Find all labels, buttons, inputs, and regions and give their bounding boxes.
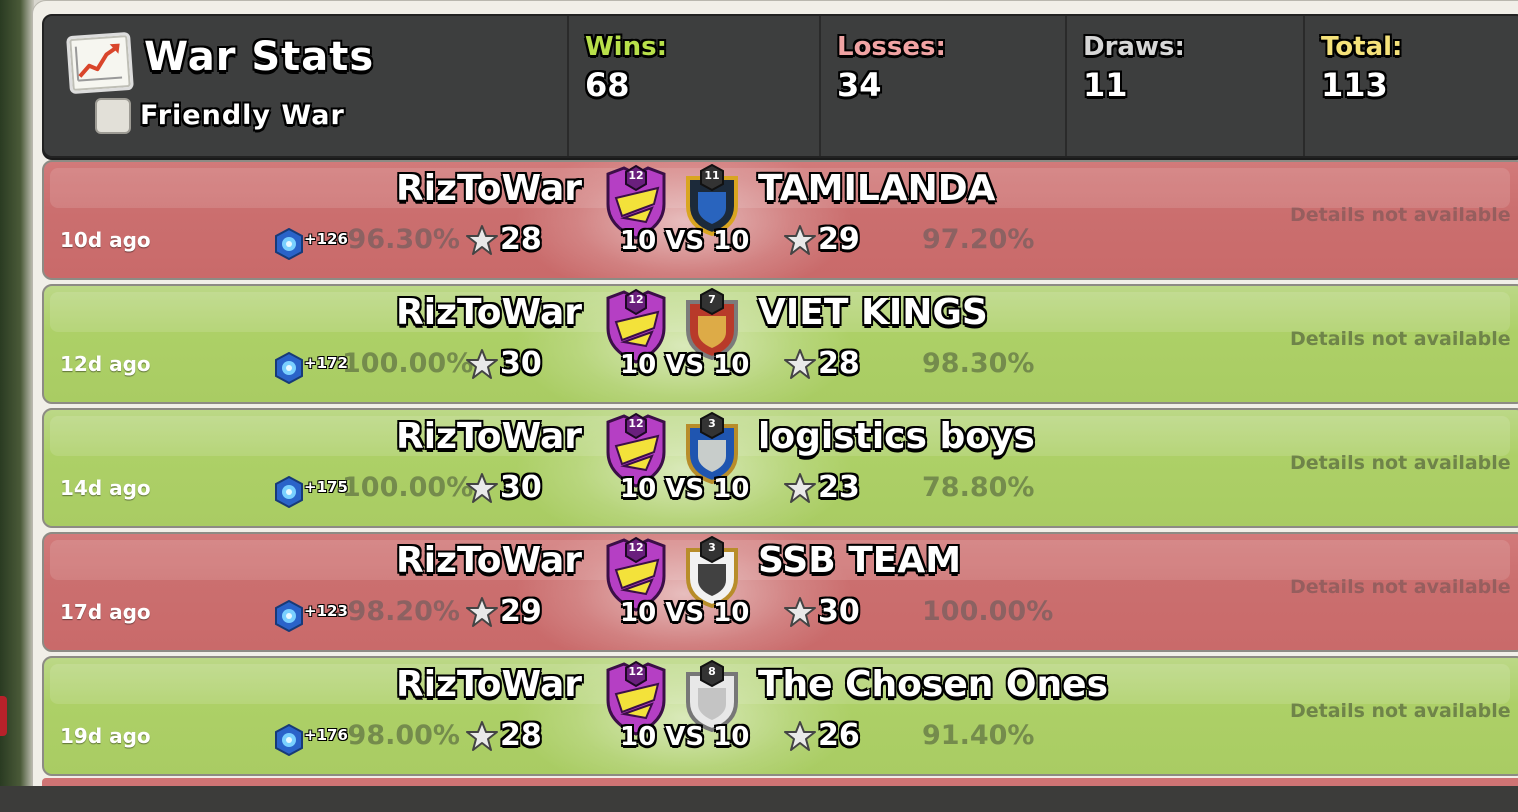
- own-destruction-percent: 98.00%: [347, 720, 460, 751]
- draws-stat: Draws: 11: [1065, 16, 1301, 156]
- war-size: 10 VS 10: [620, 722, 750, 752]
- war-log-row[interactable]: 12d ago +172 100.00% 30 RizToWar 12 7 10 VS 10 V…: [42, 284, 1518, 404]
- total-value: 113: [1321, 66, 1388, 104]
- war-time-ago: 10d ago: [60, 228, 151, 252]
- wins-stat: Wins: 68: [567, 16, 819, 156]
- clan-xp-icon: [274, 599, 304, 633]
- opponent-stars-count: 26: [818, 718, 860, 753]
- star-icon: [784, 348, 816, 380]
- details-status: Details not available: [1290, 204, 1511, 226]
- war-size: 10 VS 10: [620, 226, 750, 256]
- war-size: 10 VS 10: [620, 350, 750, 380]
- friendly-war-label[interactable]: Friendly War: [140, 100, 345, 131]
- draws-value: 11: [1083, 66, 1128, 104]
- total-stat: Total: 113: [1303, 16, 1518, 156]
- opponent-stars-count: 29: [818, 222, 860, 257]
- war-log-row[interactable]: 19d ago +176 98.00% 28 RizToWar 12 8 10 VS 10 Th…: [42, 656, 1518, 776]
- game-background-edge: [0, 0, 34, 812]
- star-icon: [466, 348, 498, 380]
- line-chart-icon: [66, 31, 134, 95]
- opponent-clan-name: VIET KINGS: [758, 292, 988, 333]
- own-clan-level: 12: [628, 417, 644, 430]
- own-destruction-percent: 98.20%: [347, 596, 460, 627]
- clan-xp-icon: [274, 227, 304, 261]
- star-icon: [784, 224, 816, 256]
- star-icon: [784, 596, 816, 628]
- war-time-ago: 19d ago: [60, 724, 151, 748]
- page-title: War Stats: [144, 34, 375, 80]
- bottom-bar: [0, 786, 1518, 812]
- losses-stat: Losses: 34: [819, 16, 1065, 156]
- opponent-clan-name: logistics boys: [758, 416, 1035, 457]
- details-status: Details not available: [1290, 452, 1511, 474]
- opponent-stars-count: 30: [818, 594, 860, 629]
- own-destruction-percent: 100.00%: [342, 348, 474, 379]
- clan-xp-icon: [274, 475, 304, 509]
- own-clan-level: 12: [628, 541, 644, 554]
- star-icon: [466, 472, 498, 504]
- own-stars-count: 28: [500, 718, 542, 753]
- own-stars-count: 30: [500, 346, 542, 381]
- opponent-clan-level: 11: [704, 169, 720, 182]
- details-status: Details not available: [1290, 576, 1511, 598]
- clan-xp-icon: [274, 351, 304, 385]
- losses-value: 34: [837, 66, 882, 104]
- own-clan-name: RizToWar: [396, 292, 582, 333]
- details-status: Details not available: [1290, 328, 1511, 350]
- war-stats-header: War Stats Friendly War Wins: 68 Losses: …: [42, 14, 1518, 158]
- details-status: Details not available: [1290, 700, 1511, 722]
- war-time-ago: 14d ago: [60, 476, 151, 500]
- opponent-clan-level: 7: [708, 293, 716, 306]
- war-log-row[interactable]: 17d ago +123 98.20% 29 RizToWar 12 3 10 VS 10 SS…: [42, 532, 1518, 652]
- wins-value: 68: [585, 66, 630, 104]
- opponent-destruction-percent: 98.30%: [922, 348, 1035, 379]
- opponent-clan-level: 8: [708, 665, 716, 678]
- own-clan-level: 12: [628, 169, 644, 182]
- own-clan-name: RizToWar: [396, 168, 582, 209]
- losses-label: Losses:: [837, 32, 946, 62]
- opponent-clan-name: The Chosen Ones: [758, 664, 1108, 705]
- opponent-destruction-percent: 91.40%: [922, 720, 1035, 751]
- war-log-row[interactable]: 14d ago +175 100.00% 30 RizToWar 12 3 10 VS 10 l…: [42, 408, 1518, 528]
- opponent-clan-level: 3: [708, 417, 716, 430]
- clan-xp-icon: [274, 723, 304, 757]
- opponent-destruction-percent: 97.20%: [922, 224, 1035, 255]
- war-time-ago: 17d ago: [60, 600, 151, 624]
- war-size: 10 VS 10: [620, 598, 750, 628]
- total-label: Total:: [1321, 32, 1403, 62]
- own-destruction-percent: 96.30%: [347, 224, 460, 255]
- own-stars-count: 28: [500, 222, 542, 257]
- header-title-area: War Stats Friendly War: [44, 16, 569, 156]
- edge-button-fragment: [0, 696, 7, 736]
- own-destruction-percent: 100.00%: [342, 472, 474, 503]
- opponent-stars-count: 28: [818, 346, 860, 381]
- wins-label: Wins:: [585, 32, 667, 62]
- war-log-row[interactable]: 10d ago +126 96.30% 28 RizToWar 12 11 10 VS 10 T…: [42, 160, 1518, 280]
- own-clan-level: 12: [628, 293, 644, 306]
- star-icon: [466, 224, 498, 256]
- opponent-destruction-percent: 100.00%: [922, 596, 1054, 627]
- star-icon: [784, 720, 816, 752]
- own-clan-name: RizToWar: [396, 540, 582, 581]
- opponent-clan-name: TAMILANDA: [758, 168, 996, 209]
- own-stars-count: 29: [500, 594, 542, 629]
- own-clan-name: RizToWar: [396, 416, 582, 457]
- war-size: 10 VS 10: [620, 474, 750, 504]
- opponent-stars-count: 23: [818, 470, 860, 505]
- own-clan-name: RizToWar: [396, 664, 582, 705]
- star-icon: [466, 720, 498, 752]
- own-stars-count: 30: [500, 470, 542, 505]
- opponent-destruction-percent: 78.80%: [922, 472, 1035, 503]
- star-icon: [784, 472, 816, 504]
- own-clan-level: 12: [628, 665, 644, 678]
- war-time-ago: 12d ago: [60, 352, 151, 376]
- friendly-war-checkbox[interactable]: [95, 98, 131, 134]
- opponent-clan-level: 3: [708, 541, 716, 554]
- draws-label: Draws:: [1083, 32, 1185, 62]
- star-icon: [466, 596, 498, 628]
- opponent-clan-name: SSB TEAM: [758, 540, 962, 581]
